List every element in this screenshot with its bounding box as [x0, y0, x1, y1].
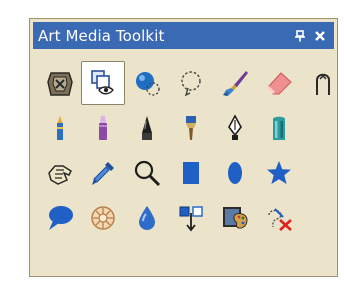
speech-bubble-icon — [49, 206, 73, 230]
ellipse-icon — [228, 162, 242, 184]
zoom-icon — [134, 160, 161, 187]
marker-icon — [99, 116, 107, 140]
pin-icon[interactable] — [290, 26, 310, 46]
brush-icon — [223, 71, 248, 96]
selection-icon — [91, 70, 114, 95]
fill-icon — [136, 72, 160, 96]
palette-icon — [223, 207, 248, 229]
panel-titlebar[interactable]: Art Media Toolkit — [33, 22, 334, 49]
speech-bubble-tool[interactable] — [38, 196, 82, 240]
marker-tool[interactable] — [81, 106, 125, 150]
stencil-tool[interactable] — [301, 61, 344, 105]
gloves-icon — [47, 72, 73, 96]
eraser-icon — [268, 72, 292, 95]
eraser-tool[interactable] — [257, 61, 301, 105]
zoom-tool[interactable] — [125, 151, 169, 195]
sticker-tool[interactable] — [81, 196, 125, 240]
water-drop-tool[interactable] — [125, 196, 169, 240]
gloves-tool[interactable] — [38, 61, 82, 105]
chalk-icon — [142, 116, 152, 140]
paint-brush-icon — [186, 116, 196, 140]
palette-tool[interactable] — [213, 196, 257, 240]
rectangle-tool[interactable] — [169, 151, 213, 195]
lasso-icon — [181, 71, 201, 97]
rectangle-icon — [183, 162, 199, 184]
ellipse-tool[interactable] — [213, 151, 257, 195]
pen-nib-tool[interactable] — [213, 106, 257, 150]
selection-tool[interactable] — [81, 61, 125, 105]
paint-tube-icon — [273, 116, 285, 140]
flip-tool[interactable] — [169, 196, 213, 240]
art-media-toolkit-panel: Art Media Toolkit — [29, 18, 338, 277]
chalk-tool[interactable] — [125, 106, 169, 150]
close-icon[interactable] — [310, 26, 330, 46]
panel-title: Art Media Toolkit — [38, 26, 165, 45]
hand-tool[interactable] — [38, 151, 82, 195]
pipette-icon — [92, 162, 114, 185]
stencil-icon — [316, 73, 330, 95]
pipette-tool[interactable] — [81, 151, 125, 195]
clear-tool[interactable] — [257, 196, 301, 240]
star-icon — [267, 161, 291, 184]
pen-nib-icon — [228, 114, 242, 140]
brush-tool[interactable] — [213, 61, 257, 105]
lasso-tool[interactable] — [169, 61, 213, 105]
crayon-tool[interactable] — [38, 106, 82, 150]
flip-icon — [179, 206, 203, 232]
sticker-icon — [91, 206, 115, 230]
hand-icon — [48, 165, 72, 185]
water-drop-icon — [139, 206, 155, 230]
star-tool[interactable] — [257, 151, 301, 195]
fill-tool[interactable] — [125, 61, 169, 105]
clear-icon — [268, 208, 292, 231]
paint-tube-tool[interactable] — [257, 106, 301, 150]
crayon-icon — [57, 116, 63, 140]
paint-brush-tool[interactable] — [169, 106, 213, 150]
